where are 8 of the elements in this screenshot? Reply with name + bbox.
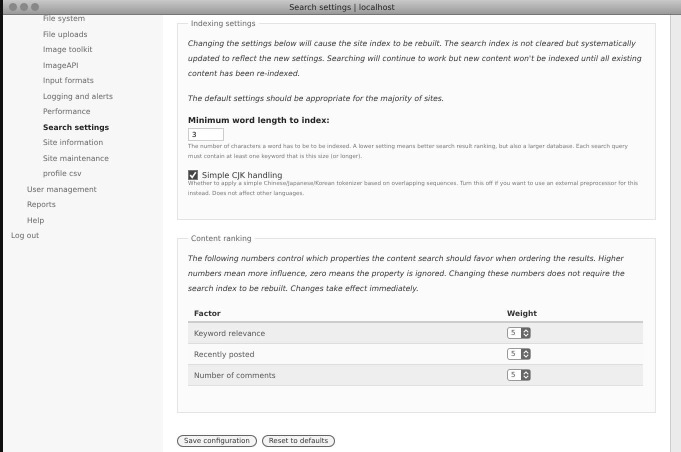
stepper-arrows-icon bbox=[521, 328, 530, 338]
field-label: Minimum word length to index: bbox=[188, 116, 331, 125]
checkbox[interactable] bbox=[188, 170, 198, 180]
stepper-arrows-icon bbox=[521, 349, 530, 359]
scrollbar[interactable] bbox=[670, 15, 681, 452]
stepper-arrows-icon bbox=[521, 370, 530, 380]
checkbox-label: Simple CJK handling bbox=[202, 170, 282, 180]
window-title: Search settings | localhost bbox=[289, 2, 395, 12]
